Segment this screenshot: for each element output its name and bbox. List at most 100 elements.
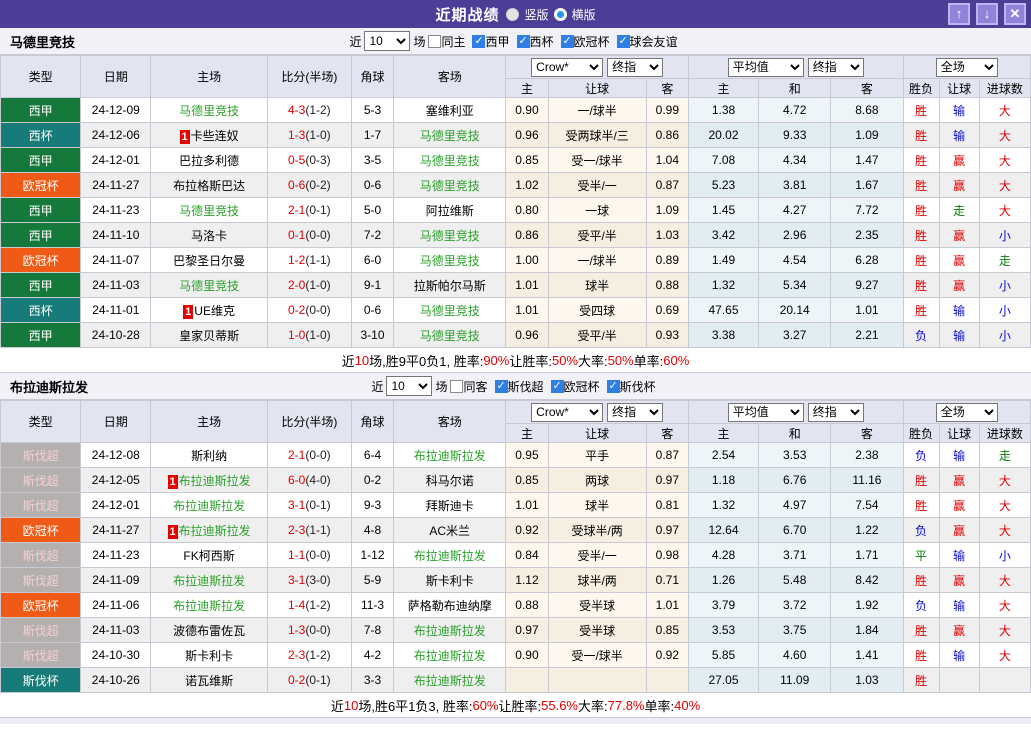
halftime-score: (0-1)	[305, 203, 330, 217]
result-goals: 大	[979, 568, 1030, 593]
handicap-group-header: Crow*终指	[506, 401, 689, 424]
halftime-score: (0-3)	[305, 153, 330, 167]
home-odds: 0.80	[506, 198, 548, 223]
handicap: 受一/球半	[548, 148, 646, 173]
same-venue-checkbox[interactable]	[450, 380, 463, 393]
away-team: 马德里竞技	[394, 148, 506, 173]
league-badge: 西甲	[1, 148, 81, 173]
fulltime-score: 2-0	[288, 278, 305, 292]
avg-away-odds: 1.41	[831, 643, 903, 668]
average-select[interactable]: 平均值	[728, 403, 804, 422]
league-filter-checkbox-0[interactable]	[472, 35, 485, 48]
table-row: 斯伐超24-12-08斯利纳2-1(0-0)6-4布拉迪斯拉发0.95平手0.8…	[1, 443, 1031, 468]
match-count-select[interactable]: 10	[364, 31, 410, 51]
home-odds: 0.85	[506, 468, 548, 493]
away-team-name: 马德里竞技	[420, 179, 480, 193]
move-up-button[interactable]: ↑	[948, 3, 970, 25]
home-team-name: 皇家贝蒂斯	[179, 329, 239, 343]
match-date: 24-11-03	[81, 618, 151, 643]
league-filter-checkbox-0-label: 斯伐超	[508, 380, 544, 394]
avg-away-odds: 1.01	[831, 298, 903, 323]
halftime-score: (0-0)	[305, 228, 330, 242]
league-filter-checkbox-2[interactable]	[561, 35, 574, 48]
away-team-name: 科马尔诺	[426, 474, 474, 488]
team-name: 马德里竞技	[10, 32, 75, 51]
result-goals: 大	[979, 123, 1030, 148]
avg-draw-odds: 3.27	[759, 323, 831, 348]
scope-select[interactable]: 全场	[936, 403, 998, 422]
avg-home-odds: 1.38	[688, 98, 758, 123]
col-avg-draw: 和	[759, 424, 831, 443]
result-goals: 小	[979, 273, 1030, 298]
vertical-layout-radio[interactable]	[506, 8, 519, 21]
match-date: 24-11-03	[81, 273, 151, 298]
col-result-goals: 进球数	[979, 79, 1030, 98]
result-wdl: 平	[903, 543, 939, 568]
avg-away-odds: 1.22	[831, 518, 903, 543]
avg-home-odds: 47.65	[688, 298, 758, 323]
home-team-name: 布拉格斯巴达	[173, 179, 245, 193]
bookmaker-select[interactable]: Crow*	[531, 403, 603, 422]
col-avg-away: 客	[831, 424, 903, 443]
home-team-name: 波德布雷佐瓦	[173, 624, 245, 638]
away-team: AC米兰	[394, 518, 506, 543]
avg-away-odds: 2.21	[831, 323, 903, 348]
table-row: 斯伐超24-11-03波德布雷佐瓦1-3(0-0)7-8布拉迪斯拉发0.97受半…	[1, 618, 1031, 643]
horizontal-layout-label[interactable]: 横版	[572, 6, 596, 23]
avg-home-odds: 1.32	[688, 493, 758, 518]
bookmaker-select[interactable]: Crow*	[531, 58, 603, 77]
vertical-layout-label[interactable]: 竖版	[524, 6, 548, 23]
away-team: 斯卡利卡	[394, 568, 506, 593]
col-date: 日期	[81, 56, 151, 98]
league-filter-checkbox-1[interactable]	[551, 380, 564, 393]
away-team: 阿拉维斯	[394, 198, 506, 223]
league-filter-checkbox-1[interactable]	[517, 35, 530, 48]
home-team-name: 斯利纳	[191, 449, 227, 463]
scope-select[interactable]: 全场	[936, 58, 998, 77]
league-filter-checkbox-3-wrap: 球会友谊	[617, 33, 682, 50]
corner-count: 5-9	[351, 568, 393, 593]
same-venue-checkbox[interactable]	[428, 35, 441, 48]
red-card-badge: 1	[180, 130, 190, 144]
match-date: 24-12-01	[81, 148, 151, 173]
final-odds-select[interactable]: 终指	[607, 58, 663, 77]
match-date: 24-11-06	[81, 593, 151, 618]
home-team: 1布拉迪斯拉发	[151, 468, 267, 493]
home-team: 波德布雷佐瓦	[151, 618, 267, 643]
handicap	[548, 668, 646, 693]
avg-home-odds: 3.42	[688, 223, 758, 248]
final-odds-select-2[interactable]: 终指	[808, 58, 864, 77]
final-odds-select[interactable]: 终指	[607, 403, 663, 422]
halftime-score: (4-0)	[305, 473, 330, 487]
away-team: 马德里竞技	[394, 223, 506, 248]
league-filter-checkbox-3[interactable]	[617, 35, 630, 48]
move-down-button[interactable]: ↓	[976, 3, 998, 25]
match-date: 24-11-23	[81, 543, 151, 568]
result-wdl: 胜	[903, 493, 939, 518]
recent-results-window: 近期战绩 竖版 横版 ↑ ↓ ✕ 马德里竞技近10场同主西甲西杯欧冠杯球会友谊类…	[0, 0, 1031, 724]
close-button[interactable]: ✕	[1004, 3, 1026, 25]
league-filter-checkbox-2[interactable]	[607, 380, 620, 393]
col-handicap: 让球	[548, 79, 646, 98]
home-team-name: 斯卡利卡	[185, 649, 233, 663]
away-team-name: 布拉迪斯拉发	[414, 624, 486, 638]
corner-count: 0-2	[351, 468, 393, 493]
avg-home-odds: 1.26	[688, 568, 758, 593]
away-odds: 0.89	[646, 248, 688, 273]
titlebar-buttons: ↑ ↓ ✕	[948, 3, 1026, 25]
average-select[interactable]: 平均值	[728, 58, 804, 77]
score: 3-1(0-1)	[267, 493, 351, 518]
result-wdl: 胜	[903, 148, 939, 173]
col-home: 主场	[151, 401, 267, 443]
match-count-select[interactable]: 10	[386, 376, 432, 396]
avg-draw-odds: 9.33	[759, 123, 831, 148]
final-odds-select-2[interactable]: 终指	[808, 403, 864, 422]
away-team-name: AC米兰	[429, 524, 470, 538]
table-row: 斯伐杯24-10-26诺瓦维斯0-2(0-1)3-3布拉迪斯拉发27.0511.…	[1, 668, 1031, 693]
horizontal-layout-radio[interactable]	[554, 8, 567, 21]
home-odds: 0.88	[506, 593, 548, 618]
score: 0-5(0-3)	[267, 148, 351, 173]
league-filter-checkbox-0[interactable]	[495, 380, 508, 393]
halftime-score: (0-0)	[305, 303, 330, 317]
away-odds: 0.99	[646, 98, 688, 123]
